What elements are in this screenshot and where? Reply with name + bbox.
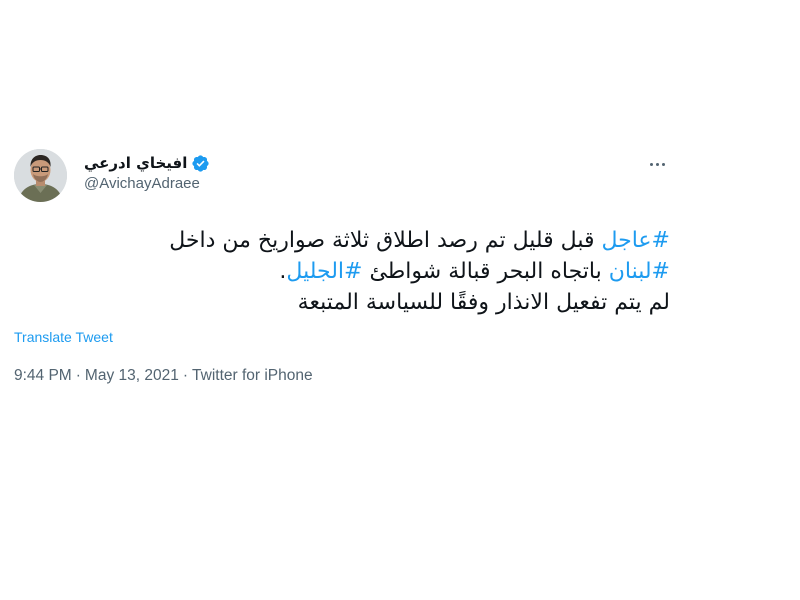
meta-separator: · [75, 367, 81, 384]
tweet-text: #عاجل قبل قليل تم رصد اطلاق ثلاثة صواريخ… [14, 225, 670, 318]
name-row: افيخاي ادرعي [84, 153, 384, 173]
tweet-source[interactable]: Twitter for iPhone [192, 367, 313, 384]
tweet-text-line-3: لم يتم تفعيل الانذار وفقًا للسياسة المتب… [297, 290, 670, 315]
tweet-page: افيخاي ادرعي @AvichayAdraee #عاجل قبل قل… [0, 0, 800, 600]
tweet-metadata: 9:44 PM · May 13, 2021 · Twitter for iPhone [14, 366, 313, 386]
more-dot [655, 162, 659, 166]
tweet-text-line-1: #عاجل قبل قليل تم رصد اطلاق ثلاثة صواريخ… [14, 225, 670, 256]
hashtag-link[interactable]: #لبنان [609, 259, 670, 284]
hashtag-link[interactable]: #الجليل [286, 259, 362, 284]
tweet-text-fragment: باتجاه البحر قبالة شواطئ [362, 259, 609, 284]
meta-separator: · [182, 367, 189, 384]
tweet-date[interactable]: May 13, 2021 [85, 367, 179, 384]
hashtag-link[interactable]: #عاجل [601, 228, 670, 253]
more-dot [661, 162, 665, 166]
author-block: افيخاي ادرعي @AvichayAdraee [84, 153, 384, 194]
tweet-time[interactable]: 9:44 PM [14, 367, 72, 384]
avatar[interactable] [14, 149, 67, 202]
avatar-image [14, 149, 67, 202]
translate-tweet-link[interactable]: Translate Tweet [14, 328, 113, 346]
tweet-text-line-2: #لبنان باتجاه البحر قبالة شواطئ #الجليل. [14, 256, 670, 287]
author-handle[interactable]: @AvichayAdraee [84, 174, 384, 194]
tweet-text-fragment: قبل قليل تم رصد اطلاق ثلاثة صواريخ من دا… [169, 228, 602, 253]
author-display-name[interactable]: افيخاي ادرعي [84, 153, 187, 173]
more-dot [649, 162, 653, 166]
more-options-icon[interactable] [644, 157, 670, 171]
verified-badge-icon [191, 154, 210, 173]
